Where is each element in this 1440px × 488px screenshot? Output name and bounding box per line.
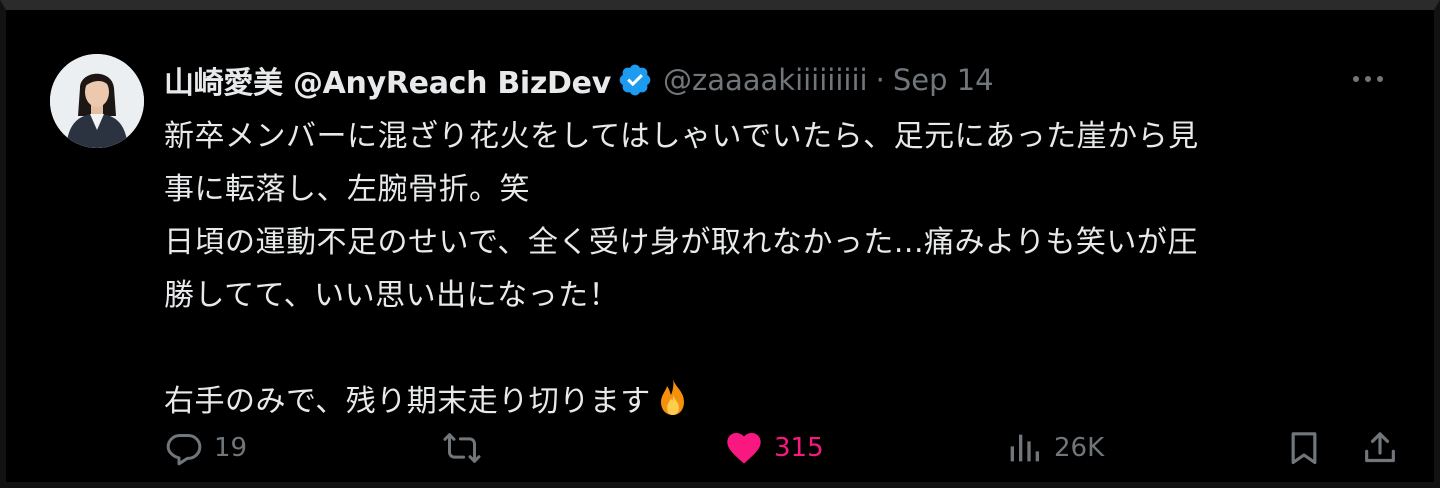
reply-count: 19 xyxy=(214,433,248,463)
like-count: 315 xyxy=(774,433,824,463)
avatar-photo xyxy=(50,54,144,148)
author-display-name[interactable]: 山崎愛美 @AnyReach BizDev xyxy=(164,58,611,102)
separator-dot: · xyxy=(875,63,885,97)
tweet-text-line: 事に転落し、左腕骨折。笑 xyxy=(164,172,530,207)
tweet-card[interactable]: 山崎愛美 @AnyReach BizDev @zaaaakiiiiiiiii ·… xyxy=(46,46,1422,486)
share-button[interactable] xyxy=(1360,426,1400,470)
tweet-text: 新卒メンバーに混ざり花火をしてはしゃいでいたら、足元にあった崖から見 事に転落し… xyxy=(164,110,1390,428)
views-icon xyxy=(1010,434,1039,462)
fire-emoji-icon xyxy=(660,379,684,415)
tweet-text-line: 右手のみで、残り期末走り切ります xyxy=(164,384,651,419)
like-button[interactable]: 315 xyxy=(724,426,824,470)
tweet-text-line: 日頃の運動不足のせいで、全く受け身が取れなかった...痛みよりも笑いが圧 xyxy=(164,225,1198,260)
tweet-header: 山崎愛美 @AnyReach BizDev @zaaaakiiiiiiiii ·… xyxy=(164,58,994,102)
share-icon xyxy=(1365,432,1395,463)
tweet-text-line: 新卒メンバーに混ざり花火をしてはしゃいでいたら、足元にあった崖から見 xyxy=(164,119,1199,154)
heart-filled-icon xyxy=(727,433,761,464)
views-count: 26K xyxy=(1054,433,1105,463)
repost-button[interactable] xyxy=(442,426,492,470)
views-button[interactable]: 26K xyxy=(1004,426,1104,470)
repost-icon xyxy=(443,433,481,463)
tweet-timestamp[interactable]: Sep 14 xyxy=(893,63,994,97)
tweet-text-line: 勝してて、いい思い出になった！ xyxy=(164,278,620,313)
reply-button[interactable]: 19 xyxy=(164,426,247,470)
tweet-frame: 山崎愛美 @AnyReach BizDev @zaaaakiiiiiiiii ·… xyxy=(0,0,1440,488)
verified-badge-icon[interactable] xyxy=(617,62,653,98)
bookmark-button[interactable] xyxy=(1284,426,1324,470)
more-horizontal-icon[interactable] xyxy=(1348,64,1388,94)
action-bar: 19 315 26K xyxy=(164,426,1404,470)
avatar[interactable] xyxy=(50,54,144,148)
reply-icon xyxy=(166,434,202,466)
bookmark-icon xyxy=(1291,432,1317,465)
author-handle[interactable]: @zaaaakiiiiiiiii xyxy=(663,63,868,97)
